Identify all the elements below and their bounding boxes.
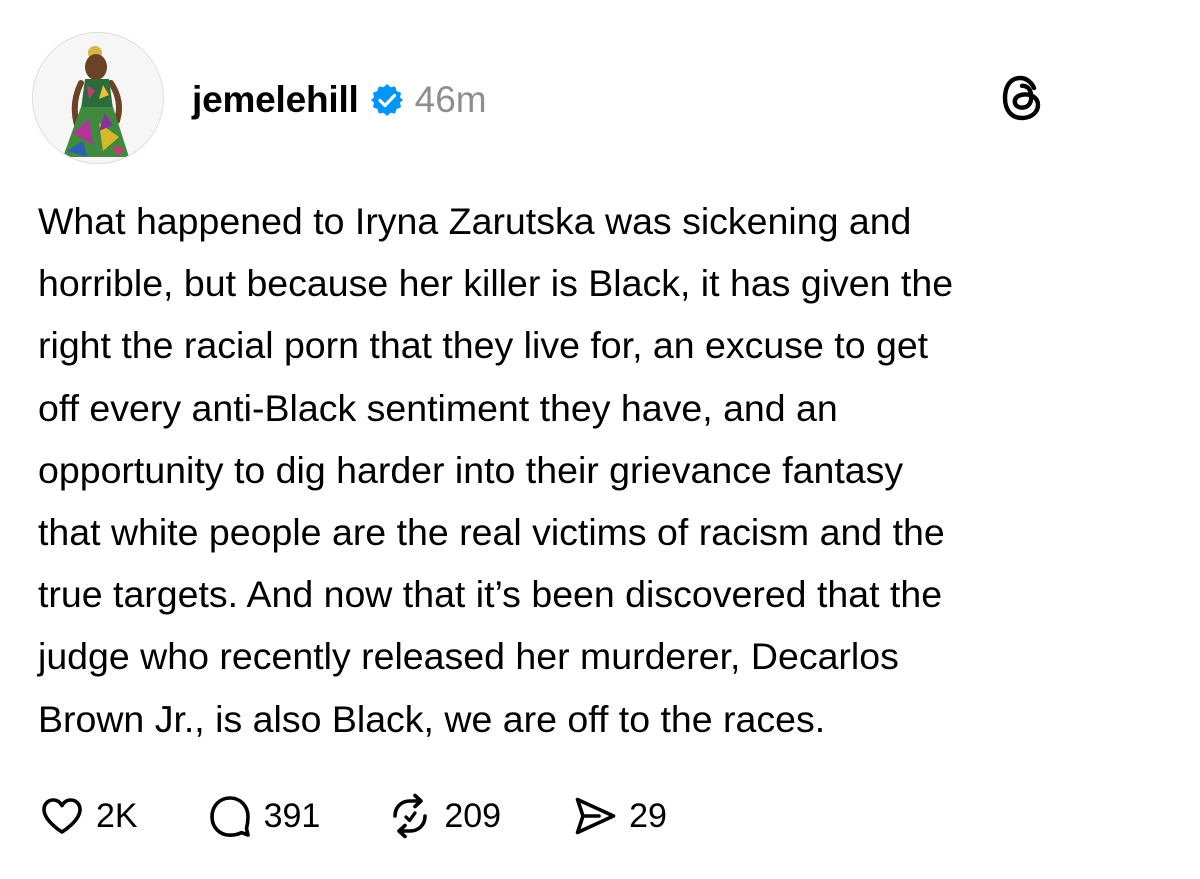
username[interactable]: jemelehill (192, 79, 359, 121)
send-icon (571, 792, 619, 840)
repost-icon (386, 792, 434, 840)
thread-post: jemelehill 46m What happened to Iryna Za… (0, 0, 1200, 879)
heart-icon (38, 792, 86, 840)
avatar-photo (33, 33, 163, 163)
post-timestamp: 46m (414, 79, 487, 120)
threads-logo-icon[interactable] (994, 70, 1050, 126)
avatar[interactable] (32, 32, 164, 164)
repost-count: 209 (444, 796, 502, 835)
post-header: jemelehill 46m (192, 72, 487, 128)
share-count: 29 (629, 796, 667, 835)
reply-count: 391 (263, 796, 321, 835)
repost-button[interactable]: 209 (386, 792, 501, 840)
share-button[interactable]: 29 (571, 792, 667, 840)
reply-button[interactable]: 391 (206, 792, 321, 840)
post-actions-bar: 2K 391 209 29 (38, 786, 667, 846)
like-count: 2K (96, 796, 138, 835)
like-button[interactable]: 2K (38, 792, 138, 840)
comment-icon (206, 792, 254, 840)
post-body-text: What happened to Iryna Zarutska was sick… (38, 200, 954, 740)
verified-badge-icon (369, 82, 405, 118)
